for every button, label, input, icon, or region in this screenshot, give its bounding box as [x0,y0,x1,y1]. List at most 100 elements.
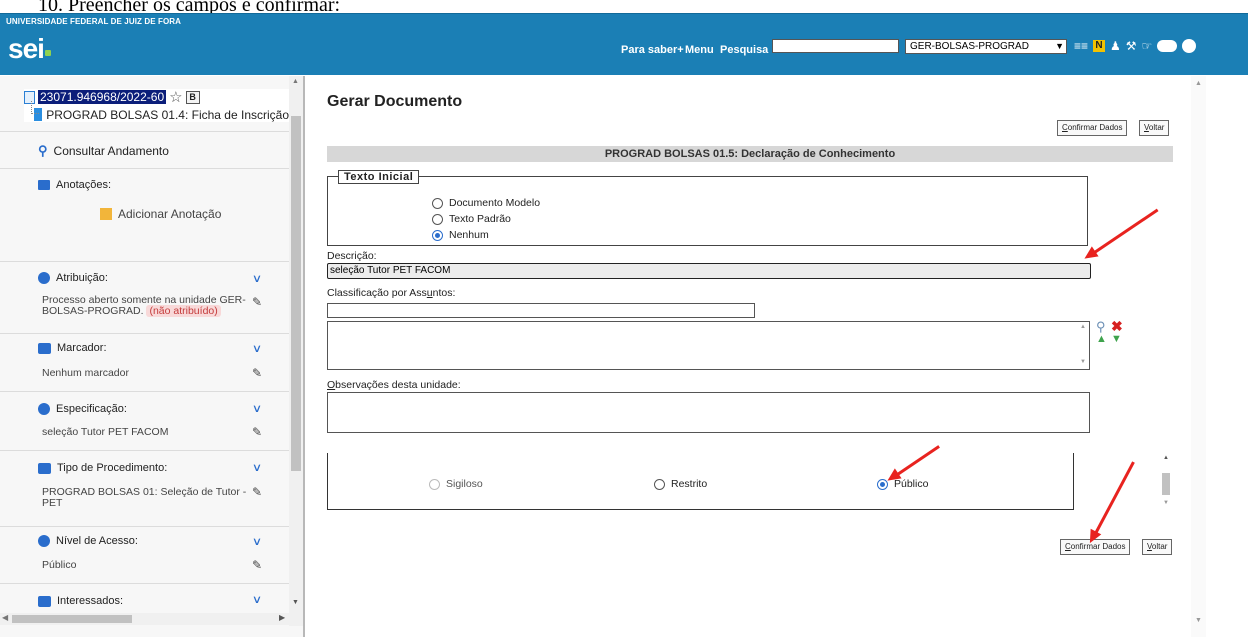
status-badge: (não atribuído) [146,305,221,317]
chevron-down-icon[interactable]: ∨ [252,342,262,355]
star-icon[interactable]: ☆ [169,88,182,106]
arrow-up-icon[interactable]: ▲ [292,78,299,85]
chevron-down-icon[interactable]: ∨ [252,535,262,548]
especificacao-text: seleção Tutor PET FACOM [42,426,169,438]
tree-doc-link[interactable]: PROGRAD BOLSAS 01.4: Ficha de Inscrição [46,108,289,122]
descricao-input[interactable]: seleção Tutor PET FACOM [327,263,1091,279]
texto-inicial-legend: Texto Inicial [338,170,420,184]
section-title-bar: PROGRAD BOLSAS 01.5: Declaração de Conhe… [327,146,1173,162]
voltar-button-bottom[interactable]: Voltar [1142,539,1173,555]
comment-icon [38,403,50,415]
atribuicao-label: Atribuição: [56,272,108,284]
radio-texto-padrao[interactable]: Texto Padrão [432,213,511,225]
classificacao-input[interactable] [327,303,755,318]
user-icon[interactable]: ♟ [1110,39,1121,53]
adicionar-anotacao-link[interactable]: Adicionar Anotação [100,207,221,221]
observacoes-textarea[interactable] [327,392,1090,433]
descricao-label: Descrição: [327,250,377,262]
main-vscrollbar[interactable]: ▲ ▼ [1191,76,1206,637]
radio-icon[interactable] [429,478,440,490]
nivel-section: Nível de Acesso: ∨ Público ✎ [0,526,289,583]
chevron-down-icon[interactable]: ∨ [252,272,262,285]
radio-nenhum[interactable]: Nenhum [432,229,489,241]
voltar-button-top[interactable]: Voltar [1139,120,1170,136]
university-name: UNIVERSIDADE FEDERAL DE JUIZ DE FORA [6,17,182,26]
process-tree: 23071.946968/2022-60 ☆ B PROGRAD BOLSAS … [24,89,289,122]
marcador-label: Marcador: [57,342,107,354]
edit-icon[interactable]: ✎ [252,366,262,380]
edit-icon[interactable]: ✎ [252,485,262,499]
unit-select[interactable]: GER-BOLSAS-PROGRAD ▼ [905,39,1067,54]
nivel-label: Nível de Acesso: [56,535,138,547]
arrow-down-icon[interactable]: ▼ [1195,617,1202,624]
user-icon [38,272,50,284]
arrow-right-icon[interactable]: ▶ [279,613,285,622]
marcador-text: Nenhum marcador [42,367,129,379]
consultar-section: ⚲ Consultar Andamento [0,131,289,168]
nivel-text: Público [42,559,77,571]
especificacao-label: Especificação: [56,403,127,415]
sei-logo[interactable]: sei [8,33,51,65]
radio-documento-modelo[interactable]: Documento Modelo [432,197,540,209]
chevron-down-icon[interactable]: ∨ [252,461,262,474]
search-input[interactable] [772,39,899,53]
folder-icon [38,462,51,474]
access-scrollbar[interactable]: ▲ ▼ [1159,453,1173,510]
sidebar-vscrollbar[interactable]: ▲ ▼ [289,76,303,626]
users-icon [38,595,51,607]
notes-icon [38,180,50,190]
radio-publico[interactable]: Público [877,478,928,490]
anotacoes-section: Anotações: Adicionar Anotação [0,168,289,240]
tag-icon [38,342,51,354]
tipo-section: Tipo de Procedimento: ∨ PROGRAD BOLSAS 0… [0,450,289,526]
toggle-icon[interactable] [1157,40,1178,52]
radio-sigiloso[interactable]: Sigiloso [429,478,483,490]
move-up-icon[interactable]: ▲ [1096,333,1107,345]
chevron-down-icon[interactable]: ∨ [252,402,262,415]
especificacao-section: Especificação: ∨ seleção Tutor PET FACOM… [0,391,289,450]
list-icon[interactable]: ≡≡ [1074,39,1088,53]
page-title: Gerar Documento [327,93,463,110]
sidebar-hscrollbar[interactable]: ◀ ▶ [0,613,289,625]
radio-icon[interactable] [654,478,665,490]
chevron-down-icon[interactable]: ∨ [252,593,262,606]
palette-icon[interactable] [1182,39,1197,53]
edit-icon[interactable]: ✎ [252,425,262,439]
chevron-down-icon: ▼ [1055,41,1064,51]
radio-icon[interactable] [432,213,443,225]
radio-restrito[interactable]: Restrito [654,478,707,490]
main-content: Gerar Documento Confirmar Dados Voltar P… [308,76,1248,637]
observacoes-label: Observações desta unidade: [327,379,461,391]
notes-n-icon[interactable]: N [1093,40,1106,52]
hand-icon[interactable]: ☞ [1142,39,1153,53]
atribuicao-text: Processo aberto somente na unidade GER- … [42,294,246,317]
texto-inicial-fieldset: Texto Inicial Documento Modelo Texto Pad… [327,170,1088,246]
tipo-label: Tipo de Procedimento: [57,462,168,474]
arrow-left-icon[interactable]: ◀ [2,613,8,622]
sidebar: 23071.946968/2022-60 ☆ B PROGRAD BOLSAS … [0,76,305,637]
radio-checked-icon[interactable] [432,229,443,241]
atribuicao-section: Atribuição: ∨ Processo aberto somente na… [0,261,289,333]
classificacao-label: Classificação por Assuntos: [327,287,456,299]
globe-icon [38,535,50,547]
link-para-saber[interactable]: Para saber+ [621,44,684,56]
marcador-section: Marcador: ∨ Nenhum marcador ✎ [0,333,289,391]
interessados-label: Interessados: [57,595,124,607]
edit-icon[interactable]: ✎ [252,558,262,572]
consultar-andamento-link[interactable]: ⚲ Consultar Andamento [38,143,169,159]
confirmar-dados-button-top[interactable]: Confirmar Dados [1057,120,1128,136]
wrench-icon[interactable]: ⚒ [1126,39,1137,53]
sticky-note-icon [100,208,112,220]
search-icon: ⚲ [38,143,48,158]
b-badge-icon[interactable]: B [185,90,200,104]
radio-icon[interactable] [432,197,443,209]
edit-icon[interactable]: ✎ [252,295,262,309]
link-pesquisa[interactable]: Pesquisa [720,44,768,56]
assuntos-listbox[interactable]: ▲ ▼ [327,321,1090,370]
arrow-down-icon[interactable]: ▼ [292,599,299,606]
header-icons: ≡≡ N ♟ ⚒ ☞ [1074,36,1197,56]
link-menu[interactable]: Menu [685,44,714,56]
move-down-icon[interactable]: ▼ [1111,333,1122,345]
arrow-up-icon[interactable]: ▲ [1195,80,1202,87]
process-number[interactable]: 23071.946968/2022-60 [38,90,167,104]
